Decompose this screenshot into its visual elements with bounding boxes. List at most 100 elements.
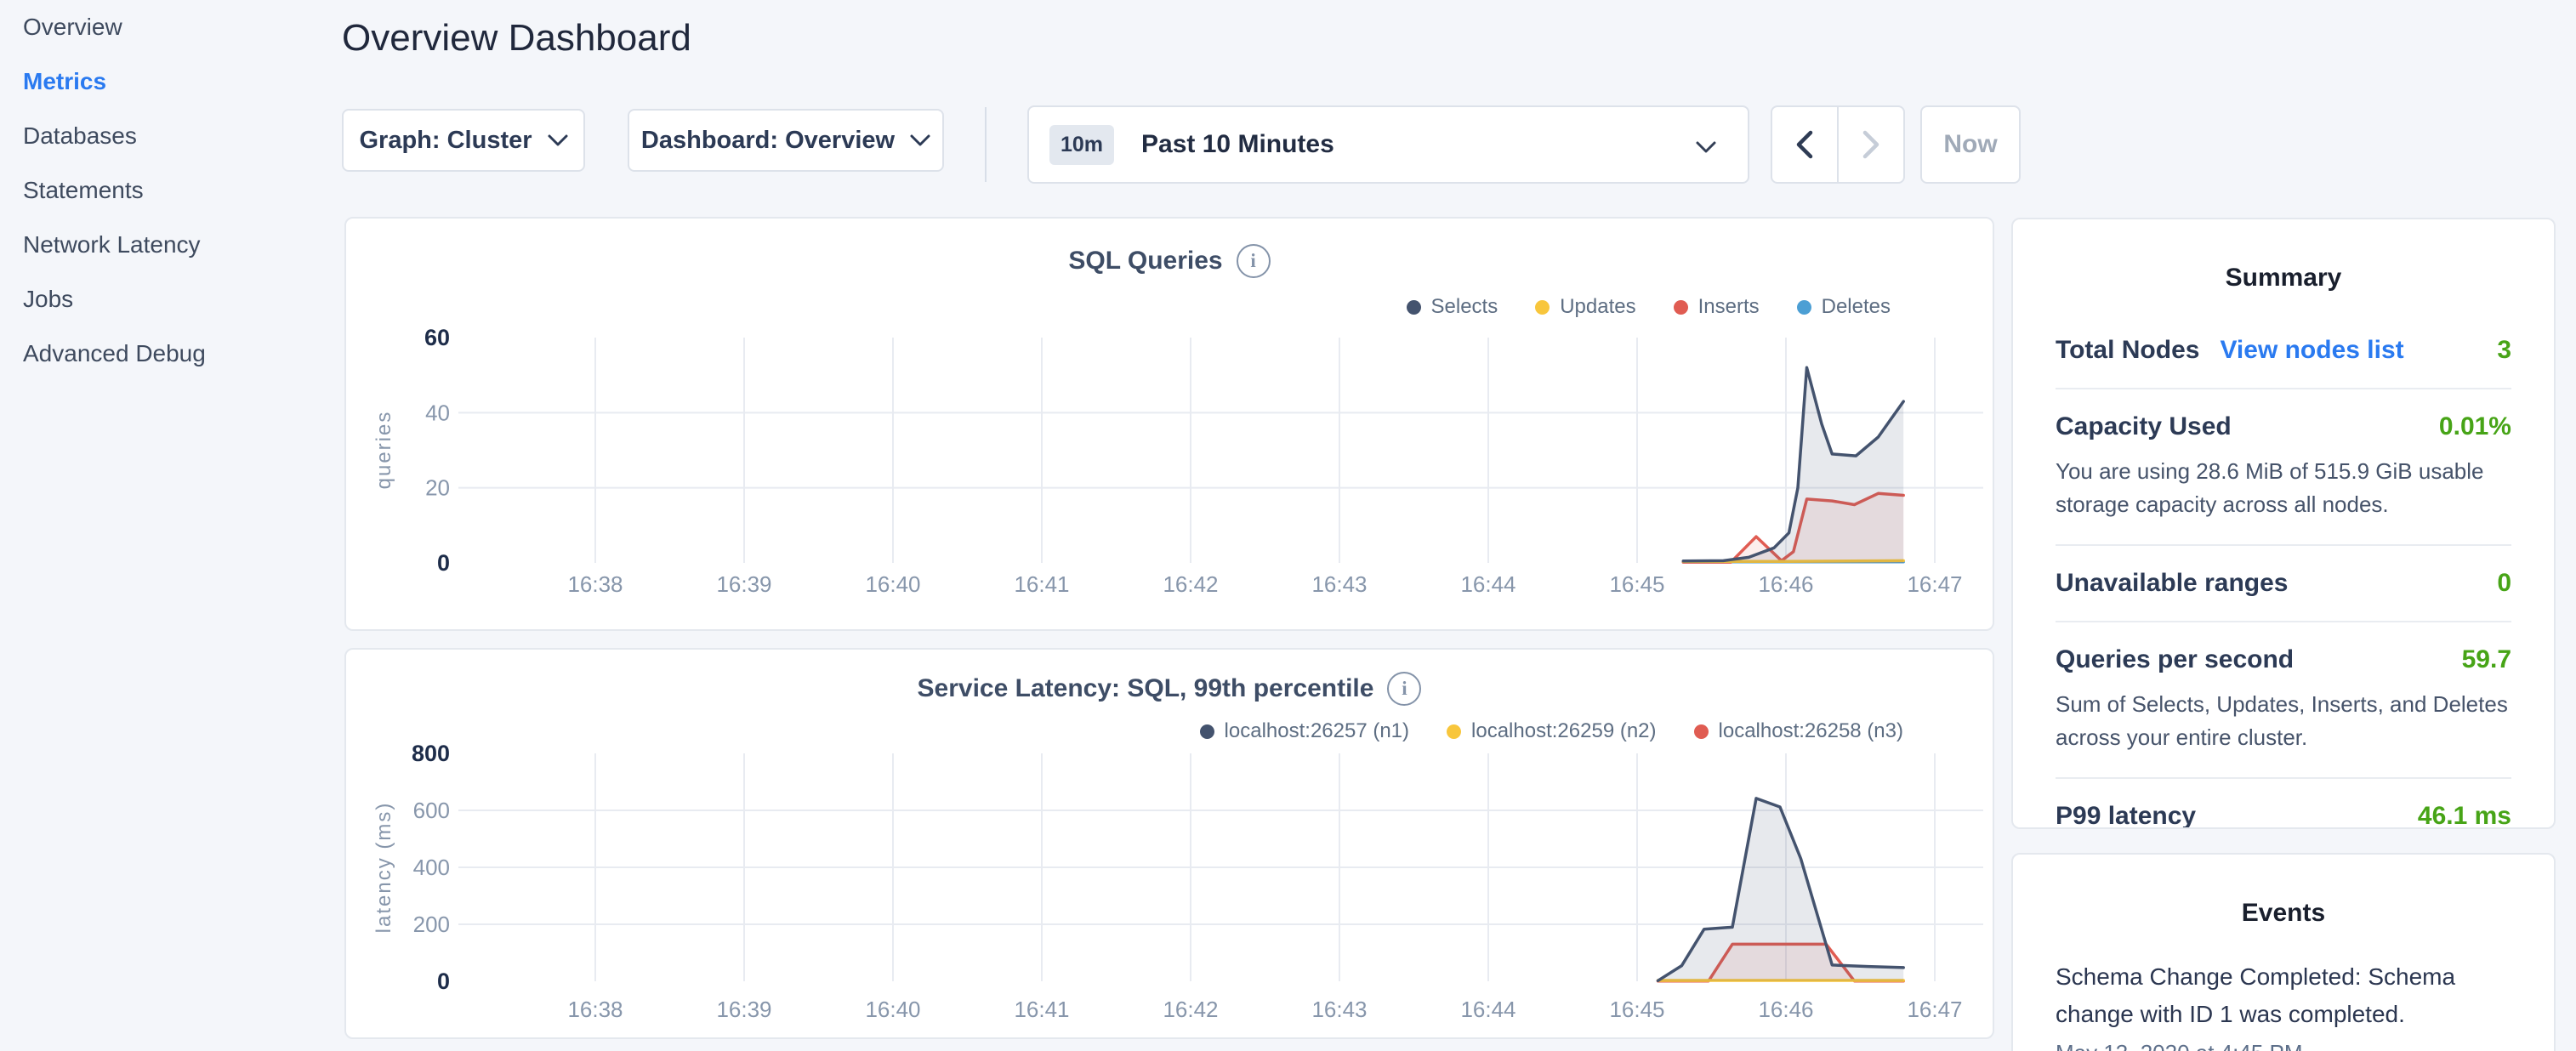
series-color-dot [1200,724,1214,739]
svg-text:600: 600 [413,798,450,823]
chart-legend: Selects Updates Inserts Deletes [1407,295,1891,319]
sidebar-item-advanced-debug[interactable]: Advanced Debug [23,327,329,381]
event-list-item: Schema Change Completed: Schema change w… [2013,928,2554,1051]
legend-item-inserts[interactable]: Inserts [1674,295,1760,319]
series-color-dot [1447,724,1461,739]
svg-text:400: 400 [413,855,450,880]
info-icon[interactable]: i [1387,672,1421,706]
now-button[interactable]: Now [1920,105,2021,184]
svg-text:16:45: 16:45 [1609,997,1664,1022]
legend-label: localhost:26257 (n1) [1225,719,1409,743]
legend-label: Updates [1560,295,1635,319]
time-window-label: Past 10 Minutes [1141,130,1334,159]
legend-item-n1[interactable]: localhost:26257 (n1) [1200,719,1409,743]
time-window-prev-button[interactable] [1772,107,1839,182]
summary-title: Summary [2013,219,2554,293]
summary-label: Unavailable ranges [2056,569,2288,598]
time-window-next-button[interactable] [1839,107,1903,182]
svg-text:800: 800 [412,741,450,766]
series-color-dot [1797,300,1811,315]
summary-row-total-nodes: Total Nodes View nodes list 3 [2056,313,2511,389]
chevron-down-icon [910,134,930,147]
chart-legend: localhost:26257 (n1) localhost:26259 (n2… [1200,719,1903,743]
summary-value: 0 [2497,569,2511,598]
summary-value: 0.01% [2439,412,2511,441]
summary-description: Sum of Selects, Updates, Inserts, and De… [2056,688,2511,754]
info-icon[interactable]: i [1237,244,1271,278]
legend-label: Inserts [1698,295,1760,319]
service-latency-plot-area[interactable]: 16:38 16:39 16:40 16:41 16:42 16:43 16:44 16:45… [346,650,1993,1037]
sidebar-nav: Overview Metrics Databases Statements Ne… [23,0,329,381]
controls-divider [985,107,987,182]
summary-description: You are using 28.6 MiB of 515.9 GiB usab… [2056,455,2511,521]
legend-item-selects[interactable]: Selects [1407,295,1498,319]
legend-label: Deletes [1822,295,1891,319]
legend-label: Selects [1431,295,1498,319]
time-window-selector[interactable]: 10m Past 10 Minutes [1027,105,1749,184]
summary-label: Queries per second [2056,645,2294,674]
chart-title: SQL Queries [1068,247,1222,276]
series-color-dot [1407,300,1421,315]
svg-text:0: 0 [437,550,450,576]
events-panel: Events Schema Change Completed: Schema c… [2011,853,2556,1051]
svg-text:16:43: 16:43 [1311,571,1367,597]
summary-row-capacity-used: Capacity Used 0.01% You are using 28.6 M… [2056,389,2511,546]
svg-text:16:42: 16:42 [1163,997,1218,1022]
chevron-down-icon [1695,139,1717,155]
svg-text:40: 40 [425,400,450,425]
summary-value: 46.1 ms [2418,802,2511,829]
svg-text:16:38: 16:38 [567,997,623,1022]
sidebar-item-jobs[interactable]: Jobs [23,272,329,327]
summary-label: P99 latency [2056,802,2196,829]
sql-queries-plot-area[interactable]: 16:3816:3916:4016:4116:4216:4316:4416:45… [346,219,1993,629]
sidebar-item-overview[interactable]: Overview [23,0,329,54]
chevron-right-icon [1862,130,1880,159]
svg-text:16:41: 16:41 [1014,997,1069,1022]
svg-text:16:40: 16:40 [865,997,920,1022]
chevron-left-icon [1795,130,1814,159]
svg-text:20: 20 [425,475,450,501]
svg-text:16:38: 16:38 [567,571,623,597]
event-message: Schema Change Completed: Schema change w… [2013,928,2554,1033]
svg-text:16:39: 16:39 [716,997,771,1022]
sidebar-item-statements[interactable]: Statements [23,163,329,218]
series-color-dot [1674,300,1688,315]
legend-label: localhost:26258 (n3) [1719,719,1903,743]
sidebar-item-metrics[interactable]: Metrics [23,54,329,109]
svg-text:200: 200 [413,912,450,937]
svg-text:60: 60 [424,325,450,350]
summary-row-queries-per-second: Queries per second 59.7 Sum of Selects, … [2056,622,2511,779]
summary-row-unavailable-ranges: Unavailable ranges 0 [2056,546,2511,622]
summary-panel: Summary Total Nodes View nodes list 3 Ca… [2011,218,2556,829]
svg-text:16:42: 16:42 [1163,571,1218,597]
svg-text:16:41: 16:41 [1014,571,1069,597]
dashboard-dropdown-label: Dashboard: Overview [641,127,895,155]
svg-text:0: 0 [437,969,450,994]
series-color-dot [1694,724,1709,739]
svg-text:16:43: 16:43 [1311,997,1367,1022]
svg-text:16:44: 16:44 [1460,997,1515,1022]
sidebar-item-network-latency[interactable]: Network Latency [23,218,329,272]
svg-text:16:46: 16:46 [1758,997,1813,1022]
summary-label: Total Nodes [2056,336,2199,365]
event-timestamp: May 13, 2020 at 4:45 PM [2013,1033,2554,1051]
sidebar-item-databases[interactable]: Databases [23,109,329,163]
view-nodes-list-link[interactable]: View nodes list [2220,336,2403,365]
legend-item-updates[interactable]: Updates [1535,295,1635,319]
legend-item-n2[interactable]: localhost:26259 (n2) [1447,719,1656,743]
dashboard-dropdown[interactable]: Dashboard: Overview [628,109,944,172]
summary-value: 3 [2497,336,2511,365]
summary-value: 59.7 [2462,645,2511,674]
graph-scope-dropdown[interactable]: Graph: Cluster [342,109,585,172]
legend-item-deletes[interactable]: Deletes [1797,295,1891,319]
time-window-arrows [1771,105,1905,184]
graph-scope-dropdown-label: Graph: Cluster [359,127,532,155]
svg-text:16:39: 16:39 [716,571,771,597]
chart-title: Service Latency: SQL, 99th percentile [918,674,1374,703]
svg-text:queries: queries [372,411,395,490]
metrics-dashboard-page: Overview Metrics Databases Statements Ne… [0,0,2576,1051]
svg-text:16:40: 16:40 [865,571,920,597]
events-title: Events [2013,855,2554,928]
service-latency-chart-card: Service Latency: SQL, 99th percentile i … [344,648,1994,1039]
legend-item-n3[interactable]: localhost:26258 (n3) [1694,719,1903,743]
